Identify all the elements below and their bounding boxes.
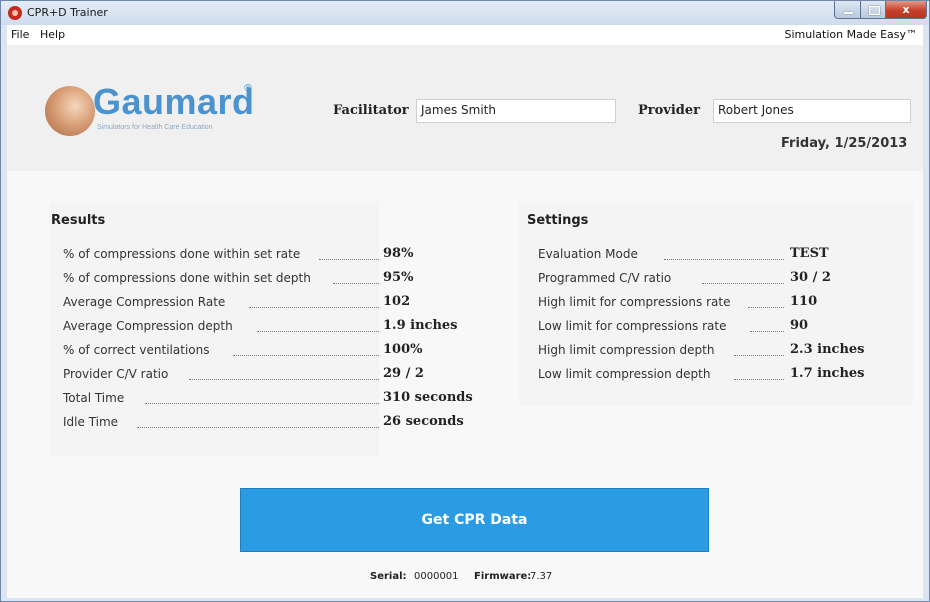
leader-dots [319,259,379,260]
results-area: Results Settings % of compressions done … [7,171,923,598]
menu-help[interactable]: Help [40,28,65,41]
leader-dots [333,283,379,284]
leader-dots [145,403,379,404]
leader-dots [257,331,379,332]
setting-value: 1.7 inches [790,366,865,381]
result-value: 1.9 inches [383,318,458,333]
title-bar[interactable]: CPR+D Trainer x [1,1,929,25]
menu-file[interactable]: File [11,28,29,41]
leader-dots [189,379,379,380]
leader-dots [750,331,784,332]
window-title: CPR+D Trainer [27,6,108,19]
logo-tagline: Simulators for Health Care Education [97,124,213,131]
firmware-value: 7.37 [530,571,553,582]
close-button[interactable]: x [885,1,927,19]
gaumard-logo-icon [45,86,95,136]
session-date: Friday, 1/25/2013 [781,136,908,151]
result-value: 95% [383,270,414,285]
result-label: Average Compression depth [63,319,233,333]
result-value: 29 / 2 [383,366,424,381]
serial-label: Serial: [370,571,407,582]
facilitator-field[interactable]: James Smith [416,99,616,123]
setting-label: High limit compression depth [538,343,715,357]
provider-label: Provider [638,103,700,118]
tagline: Simulation Made Easy™ [784,28,918,41]
setting-value: TEST [790,246,829,261]
get-cpr-data-button[interactable]: Get CPR Data [240,488,709,552]
setting-label: High limit for compressions rate [538,295,731,309]
result-value: 100% [383,342,423,357]
setting-label: Evaluation Mode [538,247,638,261]
leader-dots [702,283,784,284]
setting-value: 90 [790,318,809,333]
setting-label: Programmed C/V ratio [538,271,672,285]
result-label: Provider C/V ratio [63,367,169,381]
result-label: Average Compression Rate [63,295,226,309]
settings-title: Settings [527,213,589,228]
setting-value: 110 [790,294,818,309]
setting-label: Low limit compression depth [538,367,711,381]
app-icon[interactable] [8,6,22,20]
result-label: % of compressions done within set depth [63,271,311,285]
leader-dots [664,259,784,260]
result-value: 310 seconds [383,390,473,405]
leader-dots [249,307,379,308]
setting-value: 2.3 inches [790,342,865,357]
result-value: 26 seconds [383,414,464,429]
facilitator-label: Facilitator [333,103,409,118]
session-header: Gaumard ® Simulators for Health Care Edu… [7,45,923,171]
leader-dots [137,427,379,428]
firmware-label: Firmware: [474,571,532,582]
results-title: Results [51,213,106,228]
leader-dots [734,379,784,380]
minimize-button[interactable] [834,1,861,19]
logo-text: Gaumard [93,81,255,122]
logo-registered-mark: ® [243,83,253,94]
leader-dots [734,355,784,356]
maximize-button[interactable] [860,1,886,19]
serial-value: 0000001 [414,571,459,582]
result-label: % of compressions done within set rate [63,247,301,261]
result-label: % of correct ventilations [63,343,210,357]
close-icon: x [902,3,910,16]
setting-value: 30 / 2 [790,270,831,285]
menu-bar: File Help Simulation Made Easy™ [7,25,923,45]
leader-dots [233,355,379,356]
app-window: CPR+D Trainer x File Help Simulation Mad… [0,0,930,602]
provider-field[interactable]: Robert Jones [713,99,911,123]
result-value: 102 [383,294,411,309]
result-value: 98% [383,246,414,261]
leader-dots [748,307,784,308]
result-label: Idle Time [63,415,119,429]
setting-label: Low limit for compressions rate [538,319,727,333]
result-label: Total Time [63,391,125,405]
